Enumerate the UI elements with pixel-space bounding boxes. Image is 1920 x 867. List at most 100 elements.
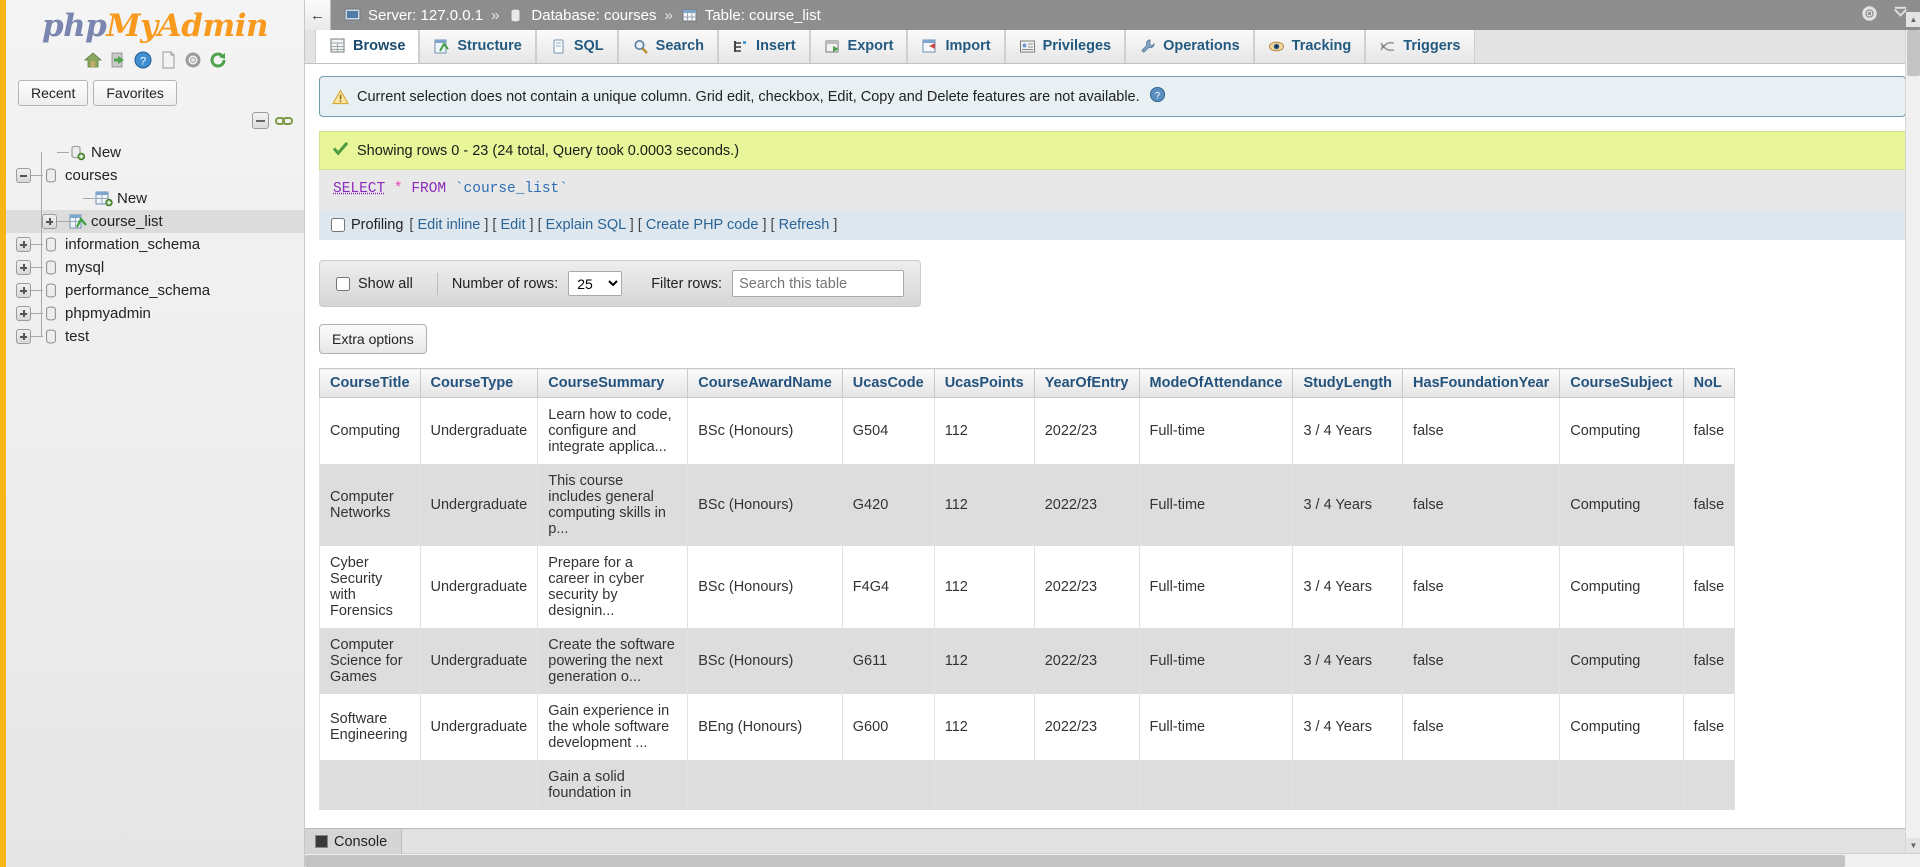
cell-hasfoundationyear [1402, 760, 1561, 810]
home-icon[interactable] [83, 50, 103, 70]
expand-icon[interactable] [16, 283, 31, 298]
column-header-nol[interactable]: NoL [1682, 368, 1736, 398]
settings-icon[interactable] [183, 50, 203, 70]
triggers-icon [1379, 38, 1396, 55]
cell-hasfoundationyear: false [1402, 694, 1561, 760]
tab-insert[interactable]: Insert [718, 29, 810, 63]
scroll-down-arrow[interactable]: ▼ [1906, 838, 1920, 853]
table-row[interactable]: Gain a solid foundation in [319, 760, 1736, 810]
tab-import[interactable]: Import [907, 29, 1005, 63]
table-row[interactable]: Software Engineering Undergraduate Gain ex… [319, 694, 1736, 760]
help-icon[interactable]: ? [133, 50, 153, 70]
breadcrumb-server[interactable]: Server: 127.0.0.1 [368, 7, 483, 24]
export-icon [824, 38, 841, 55]
operations-icon [1139, 38, 1156, 55]
profiling-link-refresh[interactable]: Refresh [779, 217, 830, 233]
tree-node-courses[interactable]: courses [6, 164, 304, 187]
help-icon[interactable]: ? [1149, 86, 1166, 107]
table-row[interactable]: Computing Undergraduate Learn how to code,… [319, 397, 1736, 464]
docs-icon[interactable] [158, 50, 178, 70]
status-text: Showing rows 0 - 23 (24 total, Query too… [357, 142, 740, 159]
profiling-checkbox[interactable] [331, 218, 345, 232]
column-header-modeofattendance[interactable]: ModeOfAttendance [1138, 368, 1294, 398]
column-header-yearofentry[interactable]: YearOfEntry [1033, 368, 1140, 398]
expand-icon[interactable] [16, 329, 31, 344]
vertical-scroll-thumb[interactable] [1907, 30, 1920, 76]
column-header-ucascode[interactable]: UcasCode [841, 368, 935, 398]
breadcrumb-table[interactable]: Table: course_list [705, 7, 821, 24]
tab-browse[interactable]: Browse [315, 29, 420, 63]
expand-icon[interactable] [16, 260, 31, 275]
table-row[interactable]: Computer Science for Games Undergraduate C… [319, 628, 1736, 694]
console-toggle[interactable]: Console [305, 829, 403, 854]
tab-export[interactable]: Export [809, 29, 908, 63]
tab-search[interactable]: Search [617, 29, 719, 63]
sql-table-identifier: `course_list` [454, 181, 568, 197]
profiling-link-edit[interactable]: Edit [500, 217, 525, 233]
collapse-all-button[interactable] [252, 112, 269, 129]
tree-node-label[interactable]: phpmyadmin [65, 305, 151, 322]
tab-structure[interactable]: Structure [419, 29, 536, 63]
tree-node-label[interactable]: course_list [91, 213, 163, 230]
navigation-sidebar: phpMyAdmin ? Recent Favorites New course… [6, 0, 305, 867]
tab-operations[interactable]: Operations [1125, 29, 1254, 63]
scroll-up-arrow[interactable]: ▲ [1906, 12, 1920, 27]
link-with-main-panel-icon[interactable] [275, 114, 293, 127]
tree-node-phpmyadmin[interactable]: phpmyadmin [6, 302, 304, 325]
column-header-studylength[interactable]: StudyLength [1292, 368, 1404, 398]
tree-node-mysql[interactable]: mysql [6, 256, 304, 279]
tree-node-test[interactable]: test [6, 325, 304, 348]
tree-node-label[interactable]: courses [65, 167, 118, 184]
tab-tracking[interactable]: Tracking [1253, 29, 1366, 63]
show-all-checkbox[interactable] [336, 276, 350, 291]
column-header-coursetitle[interactable]: CourseTitle [319, 368, 421, 398]
tab-privileges[interactable]: Privileges [1004, 29, 1126, 63]
breadcrumb-database[interactable]: Database: courses [531, 7, 656, 24]
column-header-coursesummary[interactable]: CourseSummary [537, 368, 689, 398]
recent-button[interactable]: Recent [18, 80, 89, 106]
tree-node-performance_schema[interactable]: performance_schema [6, 279, 304, 302]
cell-hasfoundationyear: false [1402, 397, 1561, 464]
tree-node-label[interactable]: mysql [65, 259, 104, 276]
profiling-link-create-php-code[interactable]: Create PHP code [646, 217, 759, 233]
profiling-link-edit-inline[interactable]: Edit inline [417, 217, 480, 233]
column-header-courseawardname[interactable]: CourseAwardName [687, 368, 843, 398]
expand-icon[interactable] [42, 214, 57, 229]
tab-sql[interactable]: SQL [535, 29, 618, 63]
tree-node-new[interactable]: New [6, 141, 304, 164]
tree-node-course_list[interactable]: course_list [6, 210, 304, 233]
console-label: Console [334, 833, 388, 850]
tree-node-new[interactable]: New [6, 187, 304, 210]
gear-icon[interactable] [1860, 4, 1879, 26]
table-row[interactable]: Computer Networks Undergraduate This cours… [319, 464, 1736, 546]
favorites-button[interactable]: Favorites [93, 80, 177, 106]
sql-query-display[interactable]: SELECT * FROM `course_list` [319, 170, 1906, 210]
tab-triggers[interactable]: Triggers [1365, 29, 1475, 63]
horizontal-scroll-thumb[interactable] [305, 855, 1845, 867]
phpmyadmin-logo[interactable]: phpMyAdmin [6, 0, 304, 44]
number-of-rows-select[interactable]: 2550100250500 [568, 271, 623, 296]
tree-node-label[interactable]: information_schema [65, 236, 200, 253]
console-icon [315, 835, 328, 848]
collapse-icon[interactable] [16, 168, 31, 183]
tree-node-label[interactable]: New [91, 144, 121, 161]
column-header-hasfoundationyear[interactable]: HasFoundationYear [1402, 368, 1561, 398]
tree-node-label[interactable]: New [117, 190, 147, 207]
horizontal-scrollbar[interactable] [305, 853, 1920, 867]
back-button[interactable]: ← [305, 0, 331, 30]
table-row[interactable]: Cyber Security with Forensics Undergradua… [319, 546, 1736, 628]
logout-icon[interactable] [108, 50, 128, 70]
tree-node-label[interactable]: test [65, 328, 89, 345]
column-header-ucaspoints[interactable]: UcasPoints [933, 368, 1035, 398]
profiling-link-explain-sql[interactable]: Explain SQL [546, 217, 626, 233]
expand-icon[interactable] [16, 237, 31, 252]
tree-node-label[interactable]: performance_schema [65, 282, 210, 299]
tree-node-information_schema[interactable]: information_schema [6, 233, 304, 256]
column-header-coursesubject[interactable]: CourseSubject [1559, 368, 1684, 398]
column-header-coursetype[interactable]: CourseType [419, 368, 539, 398]
filter-rows-input[interactable] [732, 270, 905, 297]
extra-options-button[interactable]: Extra options [319, 324, 427, 354]
expand-icon[interactable] [16, 306, 31, 321]
vertical-scrollbar[interactable]: ▲ ▼ [1905, 12, 1920, 853]
reload-icon[interactable] [208, 50, 228, 70]
